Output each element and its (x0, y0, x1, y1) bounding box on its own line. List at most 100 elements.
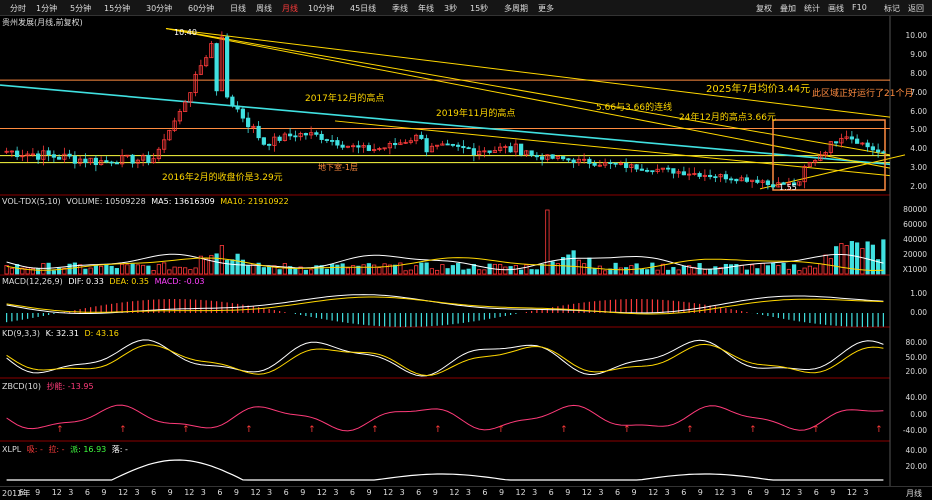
candle-body-40 (214, 43, 219, 92)
vol-bar-50 (267, 266, 272, 275)
vol-bar-71 (377, 267, 382, 275)
vol-bar-147 (776, 264, 781, 275)
candle-body-134 (708, 174, 713, 178)
candle-body-115 (608, 162, 613, 165)
period-tab-11[interactable]: 季线 (392, 3, 408, 14)
xaxis-period-label: 月线 (906, 489, 922, 498)
vol-bar-55 (293, 268, 298, 275)
candle-body-55 (293, 135, 298, 138)
xaxis-label-22: 9 (366, 488, 372, 497)
vol-bar-82 (435, 269, 440, 275)
vol-tick-0: 80000 (903, 205, 927, 214)
candle-body-13 (72, 155, 77, 164)
period-tab-4[interactable]: 30分钟 (146, 3, 172, 14)
xlpl-l1: 吸: - (26, 445, 43, 454)
period-tab-10[interactable]: 45日线 (350, 3, 376, 14)
vol-bar-159 (839, 243, 844, 275)
period-tab-12[interactable]: 年线 (418, 3, 434, 14)
xaxis-label-41: 6 (681, 488, 687, 497)
period-tab-15[interactable]: 多周期 (504, 3, 528, 14)
vol-bar-6 (36, 267, 41, 275)
xaxis-label-1: 6 (18, 488, 24, 497)
vol-bar-19 (104, 263, 109, 275)
annotation-2019-high: 2019年11月的高点 (436, 109, 516, 119)
period-tab-5[interactable]: 60分钟 (188, 3, 214, 14)
toolbar-button-5[interactable]: 叠加 (780, 3, 796, 14)
vol-bar-35 (188, 269, 193, 275)
toolbar-button-2[interactable]: F10 (852, 3, 867, 12)
kd-k: K: 32.31 (45, 329, 79, 338)
xaxis-label-25: 6 (416, 488, 422, 497)
vol-bar-133 (702, 269, 707, 275)
vol-bar-103 (545, 209, 550, 275)
period-tab-6[interactable]: 日线 (230, 3, 246, 14)
xaxis-label-7: 12 (117, 488, 129, 497)
xaxis-label-29: 6 (482, 488, 488, 497)
candle-body-123 (650, 170, 655, 173)
xaxis-label-10: 9 (167, 488, 173, 497)
vol-bar-29 (156, 264, 161, 275)
vol-bar-20 (109, 265, 114, 275)
vol-bar-24 (130, 263, 135, 275)
kd-d: D: 43.16 (84, 329, 119, 338)
xaxis-label-5: 6 (84, 488, 90, 497)
period-tab-2[interactable]: 5分钟 (70, 3, 91, 14)
vol-bar-141 (744, 269, 749, 275)
vol-tick-1: 60000 (903, 220, 927, 229)
vol-bar-95 (503, 266, 508, 275)
period-tab-16[interactable]: 更多 (538, 3, 554, 14)
vol-bar-17 (93, 264, 98, 275)
high-price-label: 10.40 (174, 28, 197, 37)
candle-body-166 (876, 149, 881, 153)
toolbar-button-1[interactable]: 标记 (884, 3, 900, 14)
vol-bar-146 (771, 262, 776, 275)
xaxis-label-24: 3 (399, 488, 405, 497)
xlpl-name: XLPL (2, 445, 22, 454)
vol-tick-4: X1000 (902, 265, 927, 274)
candle-body-6 (36, 153, 41, 160)
candle-body-8 (46, 150, 51, 156)
vol-bar-14 (78, 264, 83, 275)
vol-bar-118 (624, 267, 629, 275)
macd-tick-0: 1.00 (910, 289, 927, 298)
period-tab-3[interactable]: 15分钟 (104, 3, 130, 14)
period-tab-1[interactable]: 1分钟 (36, 3, 57, 14)
vol-bar-36 (193, 267, 198, 275)
candle-body-121 (639, 168, 644, 171)
xaxis-label-46: 9 (764, 488, 770, 497)
vol-bar-25 (135, 264, 140, 275)
vol-bar-79 (419, 262, 424, 275)
period-tab-9[interactable]: 10分钟 (308, 3, 334, 14)
vol-bar-22 (120, 263, 125, 275)
xaxis-label-33: 6 (548, 488, 554, 497)
period-tab-14[interactable]: 15秒 (470, 3, 488, 14)
candle-body-69 (366, 145, 371, 151)
vol-bar-43 (230, 259, 235, 275)
period-tab-0[interactable]: 分时 (10, 3, 26, 14)
candle-body-162 (855, 138, 860, 144)
period-tab-8[interactable]: 月线 (282, 3, 298, 14)
candle-body-106 (561, 156, 566, 160)
vol-ma5-line (6, 253, 884, 271)
xaxis-label-26: 9 (432, 488, 438, 497)
xaxis-label-15: 12 (250, 488, 261, 497)
candle-body-74 (393, 143, 398, 146)
vol-volume: VOLUME: 10509228 (66, 197, 146, 206)
candle-body-138 (729, 178, 734, 181)
period-tab-7[interactable]: 周线 (256, 3, 272, 14)
price-tick-5: 5.00 (910, 125, 927, 135)
period-tab-13[interactable]: 3秒 (444, 3, 457, 14)
vol-bar-98 (519, 269, 524, 275)
vol-bar-152 (802, 267, 807, 275)
candle-body-167 (881, 151, 886, 154)
vol-bar-101 (534, 269, 539, 275)
toolbar-button-6[interactable]: 复权 (756, 3, 772, 14)
toolbar-button-0[interactable]: 返回 (908, 3, 924, 14)
chart-canvas[interactable]: ↑ ↑ ↑ ↑ ↑ ↑ ↑ ↑ ↑ ↑ ↑ ↑ ↑ ↑ (0, 0, 932, 500)
zbcd-arrow-22: ↑ (119, 425, 127, 435)
xaxis-label-14: 9 (233, 488, 240, 497)
toolbar-button-4[interactable]: 统计 (804, 3, 820, 14)
xaxis-label-11: 12 (184, 488, 195, 497)
toolbar-button-3[interactable]: 画线 (828, 3, 844, 14)
vol-bar-129 (681, 265, 686, 275)
